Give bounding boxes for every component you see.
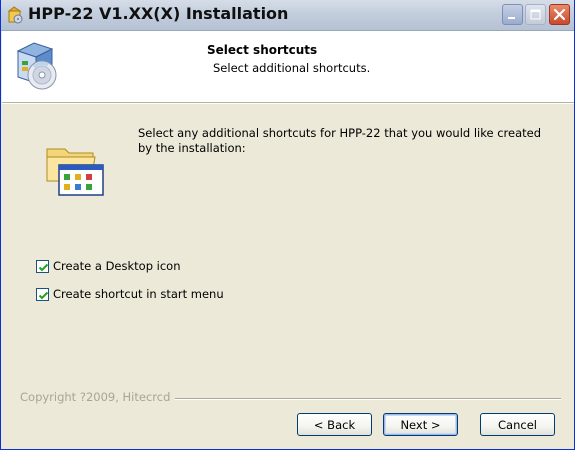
checkmark-icon — [38, 291, 49, 299]
close-button[interactable] — [549, 4, 570, 25]
setup-cd-icon — [8, 37, 66, 95]
desktop-icon-label[interactable]: Create a Desktop icon — [53, 259, 181, 273]
title-bar[interactable]: HPP-22 V1.XX(X) Installation — [1, 0, 574, 31]
installer-window: HPP-22 V1.XX(X) Installation Select shor… — [0, 0, 575, 450]
footer-divider — [175, 398, 561, 400]
maximize-button[interactable] — [525, 4, 546, 25]
checkmark-icon — [38, 263, 49, 271]
close-icon — [553, 8, 566, 21]
program-folder-icon — [45, 135, 107, 197]
maximize-icon — [530, 9, 541, 20]
minimize-button[interactable] — [502, 4, 523, 25]
header-divider — [2, 103, 574, 104]
wizard-header: Select shortcuts Select additional short… — [2, 31, 574, 103]
window-title: HPP-22 V1.XX(X) Installation — [28, 4, 289, 23]
page-subtitle: Select additional shortcuts. — [213, 61, 371, 75]
cancel-button[interactable]: Cancel — [480, 413, 555, 436]
start-menu-checkbox[interactable] — [36, 287, 49, 301]
back-button[interactable]: < Back — [297, 413, 372, 436]
desktop-icon-checkbox[interactable] — [36, 259, 49, 273]
start-menu-option[interactable]: Create shortcut in start menu — [36, 286, 224, 302]
instruction-text: Select any additional shortcuts for HPP-… — [138, 126, 542, 155]
next-button[interactable]: Next > — [383, 413, 458, 436]
page-title: Select shortcuts — [207, 43, 318, 57]
desktop-icon-option[interactable]: Create a Desktop icon — [36, 258, 181, 274]
start-menu-label[interactable]: Create shortcut in start menu — [53, 287, 224, 301]
copyright-text: Copyright ?2009, Hitecrcd — [20, 390, 175, 404]
installer-app-icon — [6, 6, 24, 24]
minimize-icon — [508, 17, 515, 19]
